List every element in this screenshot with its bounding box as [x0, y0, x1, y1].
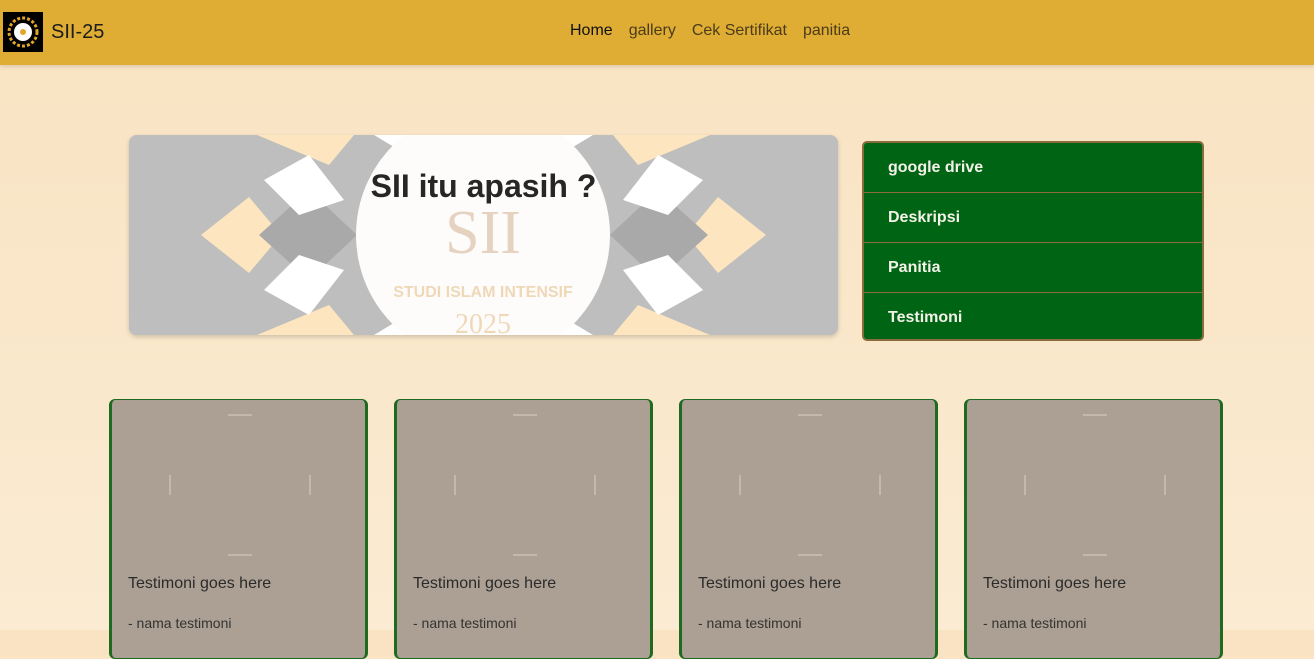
sii-logo-icon: [3, 12, 43, 52]
testimonial-text: Testimoni goes here: [698, 575, 842, 592]
brand[interactable]: SII-25: [3, 12, 104, 52]
nav-gallery[interactable]: gallery: [629, 22, 676, 40]
banner-year-text: 2025: [455, 309, 511, 335]
testimonial-name: - nama testimoni: [128, 615, 232, 631]
menu-item-testimoni[interactable]: Testimoni: [864, 293, 1202, 339]
testimonial-text: Testimoni goes here: [128, 575, 272, 592]
testimonial-image-placeholder: [739, 414, 881, 556]
menu-item-deskripsi[interactable]: Deskripsi: [864, 193, 1202, 243]
testimonial-name: - nama testimoni: [698, 615, 802, 631]
testimonial-text: Testimoni goes here: [983, 575, 1127, 592]
main-nav: Home gallery Cek Sertifikat panitia: [570, 22, 850, 40]
brand-title: SII-25: [51, 20, 105, 43]
menu-item-google-drive[interactable]: google drive: [864, 143, 1202, 193]
nav-home[interactable]: Home: [570, 22, 613, 40]
testimonial-name: - nama testimoni: [413, 615, 517, 631]
sii-banner-image: SII STUDI ISLAM INTENSIF 2025: [129, 135, 838, 335]
testimonial-text: Testimoni goes here: [413, 575, 557, 592]
testimonial-image-placeholder: [1024, 414, 1166, 556]
menu-item-panitia[interactable]: Panitia: [864, 243, 1202, 293]
side-menu: google drive Deskripsi Panitia Testimoni: [862, 141, 1204, 341]
hero-banner: SII STUDI ISLAM INTENSIF 2025 SII itu ap…: [129, 135, 838, 335]
testimonial-image-placeholder: [169, 414, 311, 556]
testimonial-name: - nama testimoni: [983, 615, 1087, 631]
nav-panitia[interactable]: panitia: [803, 22, 850, 40]
testimonial-card: Testimoni goes here - nama testimoni: [964, 399, 1223, 659]
testimonial-card: Testimoni goes here - nama testimoni: [394, 399, 653, 659]
hero-title: SII itu apasih ?: [370, 168, 597, 204]
banner-subtitle-text: STUDI ISLAM INTENSIF: [393, 284, 573, 301]
testimonial-card: Testimoni goes here - nama testimoni: [109, 399, 368, 659]
testimonial-card: Testimoni goes here - nama testimoni: [679, 399, 938, 659]
banner-sii-text: SII: [445, 199, 521, 267]
nav-cek-sertifikat[interactable]: Cek Sertifikat: [692, 22, 787, 40]
navbar: SII-25 Home gallery Cek Sertifikat panit…: [0, 0, 1314, 65]
testimonial-image-placeholder: [454, 414, 596, 556]
